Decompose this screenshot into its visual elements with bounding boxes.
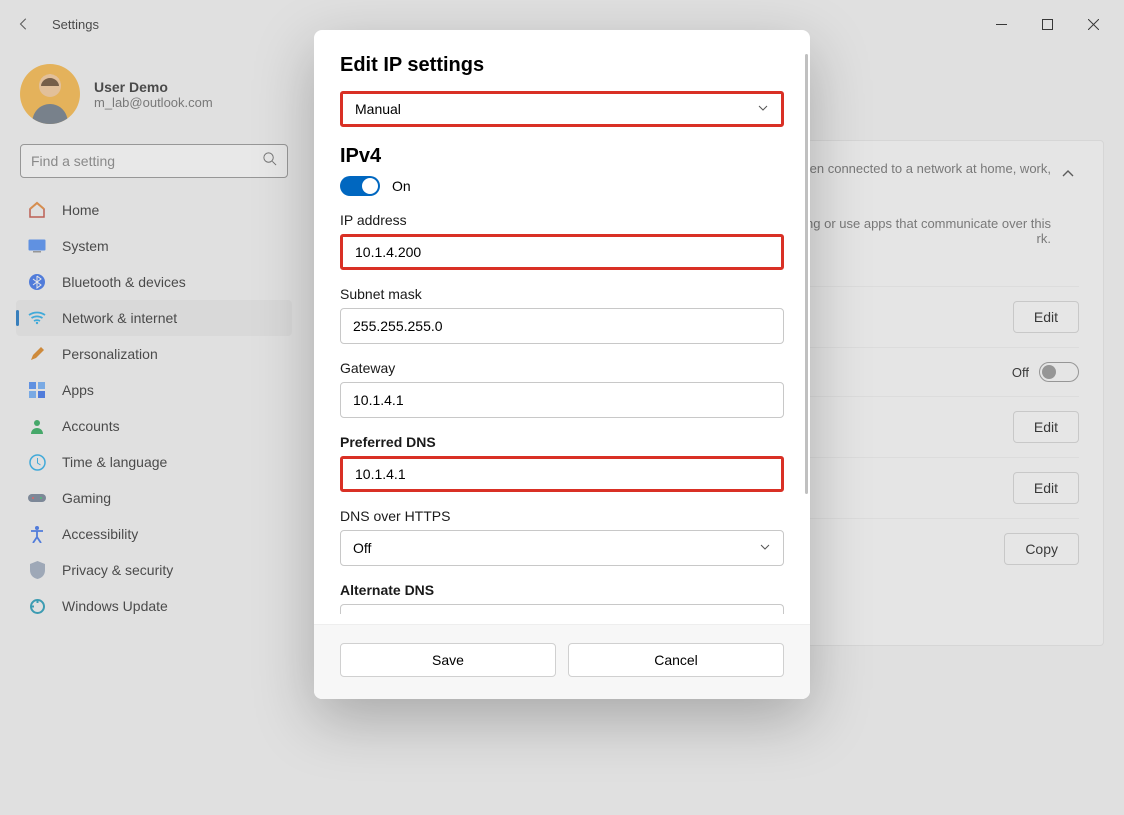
ipv4-toggle[interactable] xyxy=(340,176,380,196)
subnet-input[interactable] xyxy=(340,308,784,344)
ip-address-input[interactable] xyxy=(340,234,784,270)
ipv4-heading: IPv4 xyxy=(340,145,784,168)
ipv4-toggle-label: On xyxy=(392,178,411,194)
cancel-button[interactable]: Cancel xyxy=(568,643,784,677)
alternate-dns-input[interactable] xyxy=(340,604,784,614)
chevron-down-icon xyxy=(759,540,771,556)
subnet-label: Subnet mask xyxy=(340,286,784,302)
doh-label: DNS over HTTPS xyxy=(340,508,784,524)
chevron-down-icon xyxy=(757,101,769,117)
preferred-dns-input[interactable] xyxy=(340,456,784,492)
save-button[interactable]: Save xyxy=(340,643,556,677)
gateway-input[interactable] xyxy=(340,382,784,418)
edit-ip-dialog: Edit IP settings Manual IPv4 On IP addre… xyxy=(314,30,810,699)
pdns-label: Preferred DNS xyxy=(340,434,784,450)
ip-address-label: IP address xyxy=(340,212,784,228)
doh-value: Off xyxy=(353,540,371,556)
adns-label: Alternate DNS xyxy=(340,582,784,598)
scrollbar[interactable] xyxy=(805,54,808,494)
doh-select[interactable]: Off xyxy=(340,530,784,566)
gateway-label: Gateway xyxy=(340,360,784,376)
ip-mode-value: Manual xyxy=(355,101,401,117)
dialog-title: Edit IP settings xyxy=(340,54,784,77)
ip-mode-select[interactable]: Manual xyxy=(340,91,784,127)
